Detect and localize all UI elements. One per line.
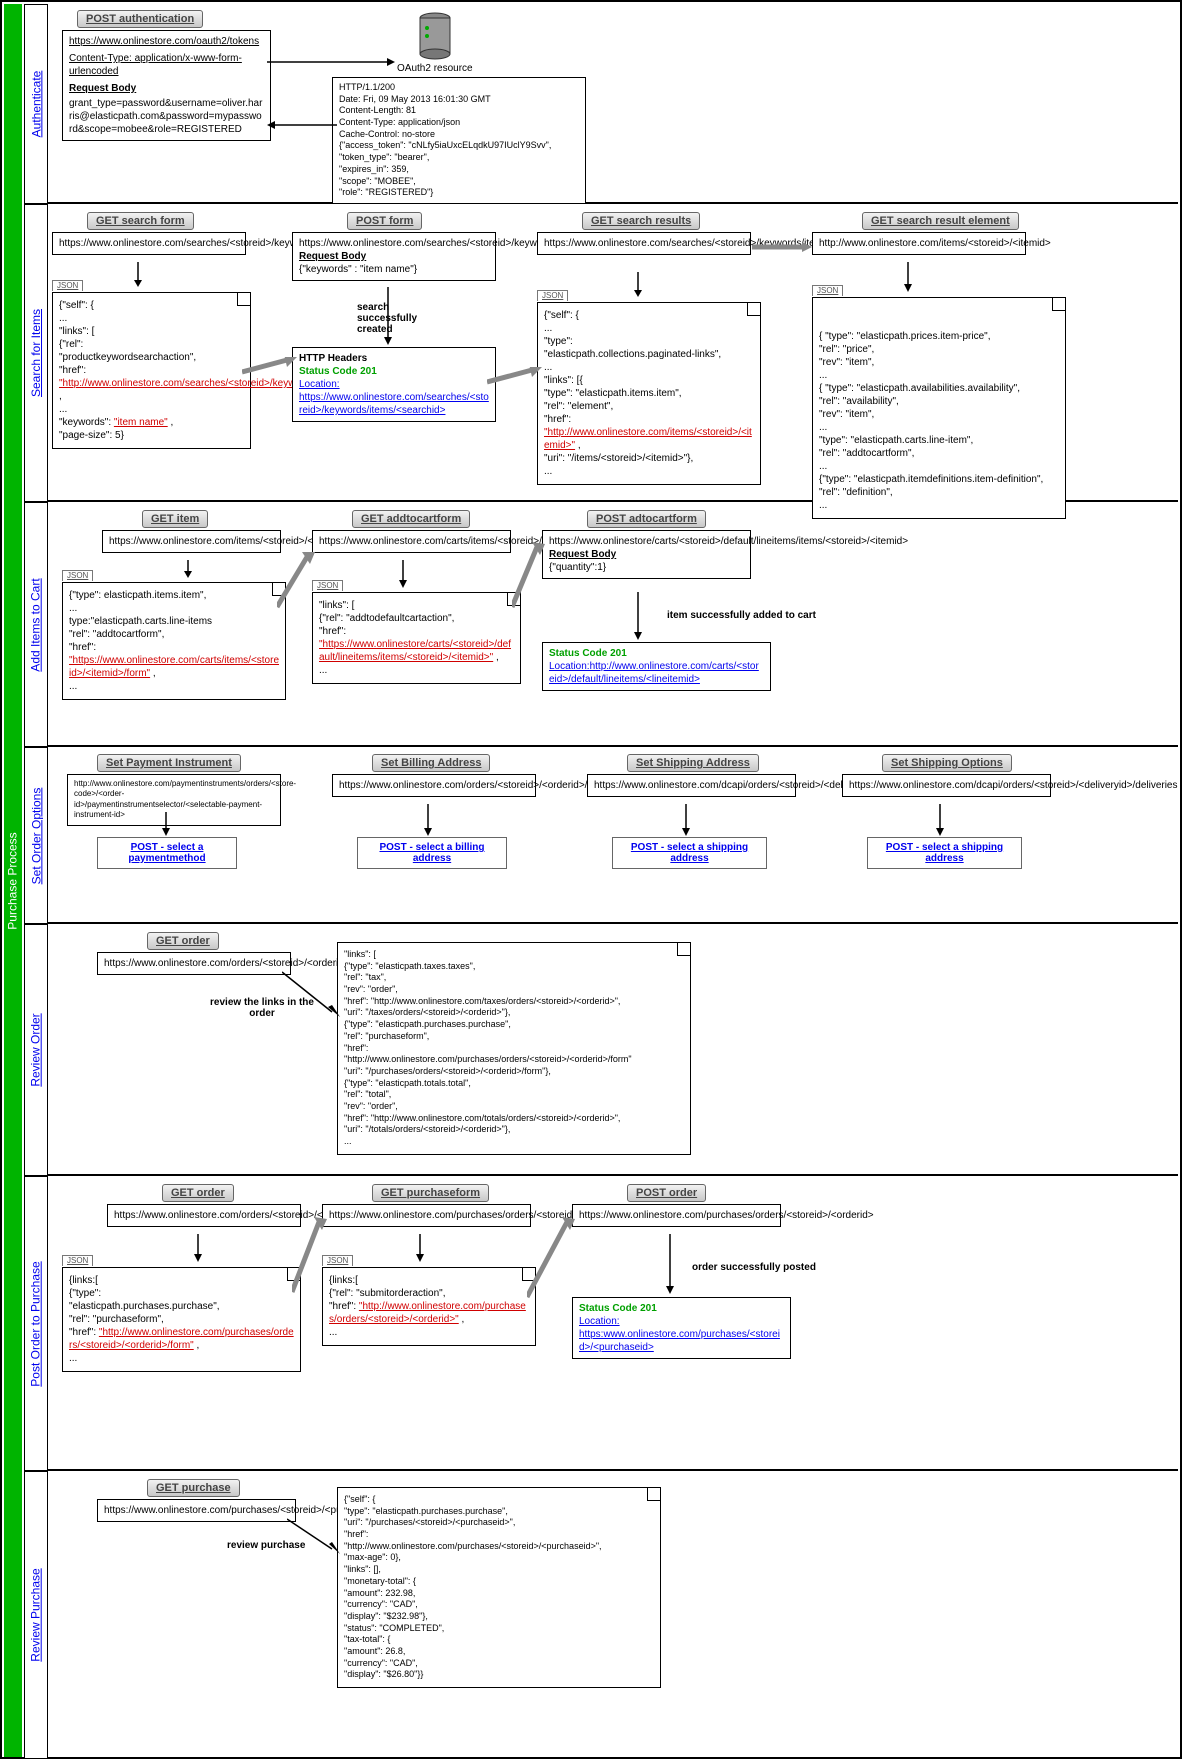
purchaseform-url: https://www.onlinestore.com/purchases/or…	[322, 1204, 531, 1227]
arrow	[414, 1234, 426, 1262]
btn-get-item[interactable]: GET item	[142, 510, 208, 528]
post-billing[interactable]: POST - select a billing address	[357, 837, 507, 869]
arrow	[287, 1514, 342, 1559]
btn-post-adtocartform[interactable]: POST adtocartform	[587, 510, 706, 528]
arrow	[282, 967, 342, 1022]
btn-get-search-results[interactable]: GET search results	[582, 212, 700, 230]
arrow	[934, 804, 946, 836]
arrow	[752, 242, 812, 252]
tab-review-order[interactable]: Review Order	[29, 1013, 43, 1086]
tab-search[interactable]: Search for Items	[29, 309, 43, 397]
msg-order-posted: order successfully posted	[692, 1262, 816, 1273]
post-order-url: https://www.onlinestore.com/purchases/or…	[572, 1204, 781, 1227]
btn-get-addtocartform[interactable]: GET addtocartform	[352, 510, 470, 528]
search-results-json: JSON {"self": { ... "type": "elasticpath…	[537, 302, 761, 485]
arrow	[277, 552, 317, 612]
search-element-url: http://www.onlinestore.com/items/<storei…	[812, 232, 1026, 255]
arrow	[292, 1217, 327, 1297]
post-order-json: JSON {links:[ {"type": "elasticpath.purc…	[62, 1267, 301, 1372]
get-item-url: https://www.onlinestore.com/items/<store…	[102, 530, 281, 553]
arrow	[632, 272, 644, 297]
arrow	[192, 1234, 204, 1262]
arrow	[242, 357, 297, 377]
addtocartform-json: JSON "links": [ {"rel": "addtodefaultcar…	[312, 592, 521, 684]
arrow	[632, 592, 644, 640]
review-purchase-url: https://www.onlinestore.com/purchases/<s…	[97, 1499, 296, 1522]
btn-post-order[interactable]: POST order	[627, 1184, 706, 1202]
post-shipping-opts[interactable]: POST - select a shipping address	[867, 837, 1022, 869]
tab-review-purchase[interactable]: Review Purchase	[29, 1568, 43, 1661]
arrow	[267, 120, 337, 130]
arrow	[527, 1217, 577, 1302]
post-shipping-addr[interactable]: POST - select a shipping address	[612, 837, 767, 869]
tab-cart[interactable]: Add Items to Cart	[29, 578, 43, 671]
arrow	[487, 367, 542, 387]
search-headers: HTTP Headers Status Code 201 Location: h…	[292, 347, 496, 422]
arrow	[664, 1234, 676, 1294]
set-billing-url: https://www.onlinestore.com/orders/<stor…	[332, 774, 536, 797]
post-get-order-url: https://www.onlinestore.com/orders/<stor…	[107, 1204, 301, 1227]
get-item-json: JSON {"type": elasticpath.items.item", .…	[62, 582, 286, 700]
cart-response: Status Code 201 Location:http://www.onli…	[542, 642, 771, 691]
oauth-server-icon: OAuth2 resource	[397, 12, 473, 74]
arrow	[382, 287, 394, 345]
btn-set-shipping-opts[interactable]: Set Shipping Options	[882, 754, 1012, 772]
btn-get-search-form[interactable]: GET search form	[87, 212, 194, 230]
post-payment[interactable]: POST - select a paymentmethod	[97, 837, 237, 869]
search-results-url: https://www.onlinestore.com/searches/<st…	[537, 232, 751, 255]
arrow	[680, 804, 692, 836]
msg-item-added: item successfully added to cart	[667, 610, 816, 621]
arrow	[182, 560, 194, 578]
process-sidebar: Purchase Process	[4, 4, 22, 1757]
btn-set-billing[interactable]: Set Billing Address	[372, 754, 490, 772]
btn-get-purchaseform[interactable]: GET purchaseform	[372, 1184, 489, 1202]
btn-get-purchase[interactable]: GET purchase	[147, 1479, 240, 1497]
arrow	[267, 57, 397, 67]
purchaseform-json: JSON {links:[ {"rel": "submitorderaction…	[322, 1267, 536, 1346]
arrow	[397, 560, 409, 588]
set-shipopts-url: https://www.onlinestore.com/dcapi/orders…	[842, 774, 1051, 797]
auth-response: HTTP/1.1/200 Date: Fri, 09 May 2013 16:0…	[332, 77, 586, 204]
arrow	[132, 262, 144, 287]
btn-post-auth[interactable]: POST authentication	[77, 10, 203, 28]
tab-post-order[interactable]: Post Order to Purchase	[29, 1261, 43, 1386]
btn-get-order[interactable]: GET order	[147, 932, 219, 950]
post-form-box: https://www.onlinestore.com/searches/<st…	[292, 232, 496, 281]
btn-post-form[interactable]: POST form	[347, 212, 422, 230]
auth-request: https://www.onlinestore.com/oauth2/token…	[62, 30, 271, 141]
addtocartform-url: https://www.onlinestore.com/carts/items/…	[312, 530, 511, 553]
tab-options[interactable]: Set Order Options	[29, 787, 43, 884]
arrow	[902, 262, 914, 292]
arrow	[160, 812, 172, 836]
arrow	[512, 542, 547, 612]
set-shipping-url: https://www.onlinestore.com/dcapi/orders…	[587, 774, 796, 797]
arrow	[422, 804, 434, 836]
tab-authenticate[interactable]: Authenticate	[29, 71, 43, 138]
btn-get-order-2[interactable]: GET order	[162, 1184, 234, 1202]
review-purchase-json: {"self": { "type": "elasticpath.purchase…	[337, 1487, 661, 1688]
msg-search-created: search successfully created	[357, 302, 437, 335]
post-order-response: Status Code 201 Location: https:www.onli…	[572, 1297, 791, 1359]
btn-set-shipping-addr[interactable]: Set Shipping Address	[627, 754, 759, 772]
search-form-url: https://www.onlinestore.com/searches/<st…	[52, 232, 246, 255]
review-order-json: "links": [ {"type": "elasticpath.taxes.t…	[337, 942, 691, 1155]
search-element-json: JSON { "type": "elasticpath.prices.item-…	[812, 297, 1066, 519]
post-cart-box: https://www.onlinestore/carts/<storeid>/…	[542, 530, 751, 579]
btn-set-payment[interactable]: Set Payment Instrument	[97, 754, 241, 772]
btn-get-search-element[interactable]: GET search result element	[862, 212, 1019, 230]
review-order-url: https://www.onlinestore.com/orders/<stor…	[97, 952, 291, 975]
set-payment-url: http://www.onlinestore.com/paymentinstru…	[67, 774, 281, 826]
search-form-json: JSON {"self": { ... "links": [ {"rel": "…	[52, 292, 251, 449]
